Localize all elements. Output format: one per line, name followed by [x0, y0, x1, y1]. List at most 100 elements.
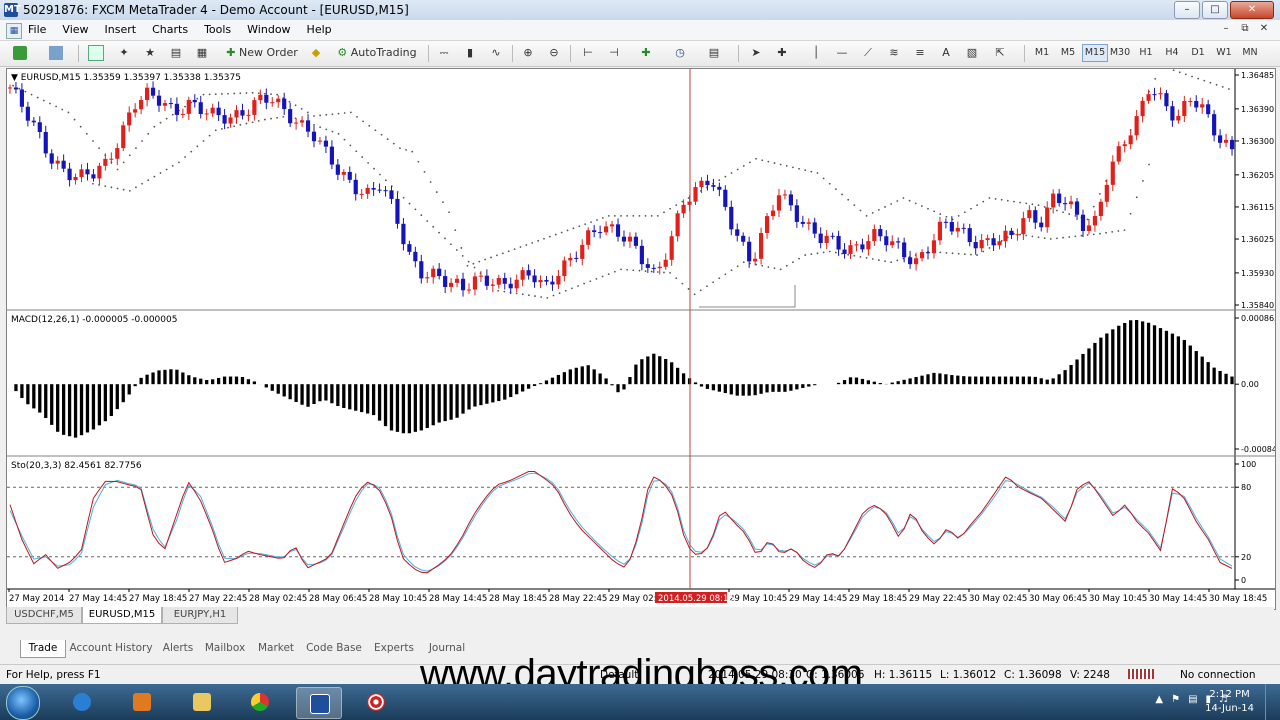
menu-tools[interactable]: Tools [204, 23, 231, 36]
taskbar-metatrader-icon[interactable] [296, 687, 342, 719]
chart-canvas[interactable]: 1.36485 1.36390 1.36300 1.36205 1.36115 1.360… [7, 69, 1275, 609]
maximize-button[interactable]: □ [1202, 1, 1228, 19]
psar-dot [877, 209, 880, 211]
taskbar-explorer-icon[interactable] [180, 687, 224, 717]
new-order-button[interactable]: ✚ New Order [222, 44, 302, 62]
auto-scroll-icon[interactable]: ⊣ [604, 44, 624, 62]
zoom-in-icon[interactable]: ⊕ [518, 44, 538, 62]
text-label-icon[interactable]: ▧ [962, 44, 982, 62]
menu-items: File View Insert Charts Tools Window Hel… [28, 23, 348, 36]
trendline-icon[interactable]: ⟋ [858, 44, 878, 62]
start-button-icon[interactable] [6, 686, 40, 720]
mdi-restore-button[interactable]: ⧉ [1237, 22, 1253, 36]
candlestick-chart-icon[interactable]: ▮ [460, 44, 480, 62]
chart-tab-usdchf[interactable]: USDCHF,M5 [6, 607, 82, 624]
menu-view[interactable]: View [62, 23, 88, 36]
tray-arrow-icon[interactable]: ▲ [1155, 694, 1163, 705]
strategy-tester-icon[interactable]: ▦ [192, 44, 212, 62]
timeframe-m1[interactable]: M1 [1030, 44, 1054, 62]
timeframe-m30[interactable]: M30 [1108, 44, 1132, 62]
psar-dot [153, 125, 156, 128]
psar-dot [319, 126, 322, 129]
candle-body [735, 229, 740, 236]
candle-body [449, 282, 454, 287]
psar-dot [331, 130, 334, 133]
psar-dot [908, 199, 911, 202]
tab-account-history[interactable]: Account History [68, 640, 154, 657]
tab-mailbox[interactable]: Mailbox [202, 640, 248, 657]
chart-tab-eurusd[interactable]: EURUSD,M15 [82, 607, 162, 624]
data-window-icon[interactable]: ★ [140, 44, 160, 62]
tab-alerts[interactable]: Alerts [158, 640, 198, 657]
cursor-icon[interactable]: ➤ [746, 44, 766, 62]
periods-icon[interactable]: ◷ [670, 44, 690, 62]
timeframe-m5[interactable]: M5 [1056, 44, 1080, 62]
taskbar-media-player-icon[interactable] [120, 687, 164, 717]
zoom-out-icon[interactable]: ⊖ [544, 44, 564, 62]
autotrading-button[interactable]: ⚙ AutoTrading [332, 44, 422, 62]
timeframe-h4[interactable]: H4 [1160, 44, 1184, 62]
vertical-line-icon[interactable]: │ [806, 44, 826, 62]
timeframe-h1[interactable]: H1 [1134, 44, 1158, 62]
psar-dot [853, 254, 856, 257]
navigator-icon[interactable]: ✦ [114, 44, 134, 62]
profiles-icon[interactable] [46, 44, 66, 62]
menu-help[interactable]: Help [307, 23, 332, 36]
show-desktop-button[interactable] [1265, 684, 1280, 720]
equidistant-channel-icon[interactable]: ≋ [884, 44, 904, 62]
close-button[interactable]: ✕ [1230, 1, 1274, 19]
arrows-icon[interactable]: ⇱ [990, 44, 1010, 62]
horizontal-line-icon[interactable]: — [832, 44, 852, 62]
indicators-icon[interactable]: ✚ [636, 44, 656, 62]
tab-experts[interactable]: Experts [368, 640, 420, 657]
crosshair-icon[interactable]: ✚ [772, 44, 792, 62]
templates-icon[interactable]: ▤ [704, 44, 724, 62]
menu-insert[interactable]: Insert [105, 23, 137, 36]
candle-body [532, 275, 537, 283]
menu-window[interactable]: Window [247, 23, 290, 36]
tab-code-base[interactable]: Code Base [304, 640, 364, 657]
chart-window[interactable]: 1.36485 1.36390 1.36300 1.36205 1.36115 1.360… [6, 68, 1276, 610]
tray-flag-icon[interactable]: ⚑ [1171, 694, 1180, 705]
metaeditor-icon[interactable]: ◆ [306, 44, 326, 62]
tab-trade[interactable]: Trade [20, 640, 66, 658]
line-chart-icon[interactable]: ∿ [486, 44, 506, 62]
mdi-minimize-button[interactable]: – [1218, 22, 1234, 36]
psar-dot [1013, 200, 1015, 203]
market-watch-icon[interactable] [86, 44, 106, 62]
taskbar-target-app-icon[interactable] [354, 687, 398, 717]
candle-body [759, 233, 764, 259]
timeframe-mn[interactable]: MN [1238, 44, 1262, 62]
bar-chart-icon[interactable]: ⎓ [434, 44, 454, 62]
timeframe-w1[interactable]: W1 [1212, 44, 1236, 62]
minimize-button[interactable]: – [1174, 1, 1200, 19]
candle-body [1080, 214, 1086, 231]
timeframe-d1[interactable]: D1 [1186, 44, 1210, 62]
chart-tab-eurjpy[interactable]: EURJPY,H1 [162, 607, 238, 624]
psar-dot [816, 252, 819, 255]
menu-file[interactable]: File [28, 23, 46, 36]
psar-dot [620, 268, 622, 271]
fibonacci-icon[interactable]: ≡ [910, 44, 930, 62]
chart-shift-icon[interactable]: ⊢ [578, 44, 598, 62]
psar-dot [165, 117, 168, 120]
new-chart-icon[interactable] [10, 44, 30, 62]
text-tool-icon[interactable]: A [936, 44, 956, 62]
taskbar-chrome-icon[interactable] [238, 687, 282, 717]
candle-body [800, 221, 805, 224]
psar-dot [501, 252, 504, 255]
candle-body [794, 205, 799, 222]
menu-charts[interactable]: Charts [152, 23, 188, 36]
psar-dot [798, 167, 800, 170]
terminal-icon[interactable]: ▤ [166, 44, 186, 62]
tab-market[interactable]: Market [254, 640, 298, 657]
chart-window-icon[interactable]: ▦ [6, 23, 22, 39]
mdi-close-button[interactable]: ✕ [1256, 22, 1272, 36]
timeframe-m15[interactable]: M15 [1082, 44, 1108, 62]
taskbar-ie-icon[interactable] [60, 687, 104, 717]
tray-network-icon[interactable]: ▤ [1188, 694, 1197, 705]
candle-body [419, 261, 424, 279]
candle-body [1021, 218, 1026, 235]
taskbar-clock[interactable]: 2:12 PM 14-Jun-14 [1205, 688, 1254, 716]
psar-dot [319, 114, 322, 117]
